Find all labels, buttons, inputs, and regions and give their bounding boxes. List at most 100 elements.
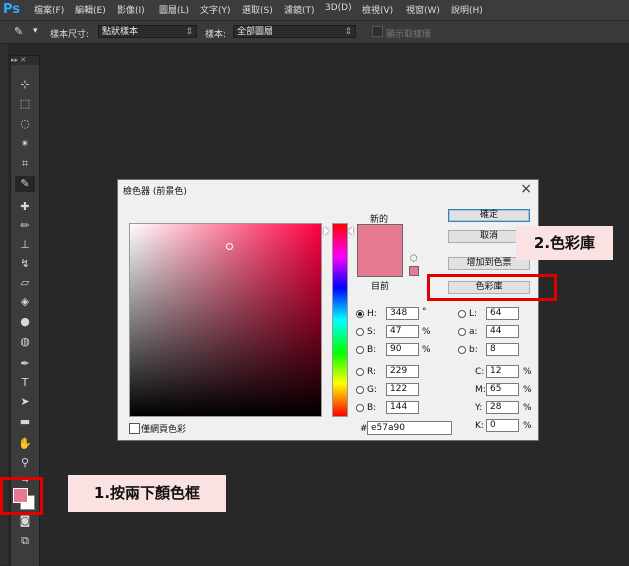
- menu-type[interactable]: 文字(Y): [200, 3, 231, 16]
- tool-preset-chevron-icon[interactable]: ▾: [33, 26, 38, 36]
- current-color-label: 目前: [371, 282, 390, 292]
- percent-unit: %: [523, 403, 532, 413]
- type-tool-icon[interactable]: T: [15, 375, 35, 391]
- magic-wand-tool-icon[interactable]: ✴: [15, 136, 35, 152]
- saturation-brightness-field[interactable]: [129, 223, 322, 417]
- zoom-tool-icon[interactable]: ⚲: [15, 455, 35, 471]
- brightness-radio[interactable]: [356, 346, 364, 354]
- red-label: R:: [367, 367, 377, 377]
- menu-view[interactable]: 檢視(V): [362, 3, 393, 16]
- pen-tool-icon[interactable]: ✒: [15, 356, 35, 372]
- clone-stamp-tool-icon[interactable]: ⊥: [15, 237, 35, 253]
- sample-select[interactable]: 全部圖層 ⇕: [233, 25, 356, 38]
- foreground-color-chip[interactable]: [13, 488, 28, 503]
- eraser-tool-icon[interactable]: ▱: [15, 275, 35, 291]
- menu-select[interactable]: 選取(S): [242, 3, 273, 16]
- menu-edit[interactable]: 編輯(E): [75, 3, 106, 16]
- ok-button[interactable]: 確定: [448, 209, 530, 222]
- marquee-tool-icon[interactable]: ⬚: [15, 96, 35, 112]
- cyan-input[interactable]: 12: [486, 365, 519, 378]
- lab-a-input[interactable]: 44: [486, 325, 519, 338]
- move-tool-icon[interactable]: ⊹: [15, 77, 35, 93]
- rectangle-tool-icon[interactable]: ▬: [15, 414, 35, 430]
- menu-3d[interactable]: 3D(D): [325, 3, 352, 13]
- lab-l-input[interactable]: 64: [486, 307, 519, 320]
- percent-unit: %: [523, 385, 532, 395]
- cyan-label: C:: [475, 367, 485, 377]
- healing-brush-tool-icon[interactable]: ✚: [15, 199, 35, 215]
- yellow-input[interactable]: 28: [486, 401, 519, 414]
- eyedropper-tool-icon[interactable]: ✎: [15, 176, 35, 192]
- brightness-label: B:: [367, 345, 377, 355]
- menu-file[interactable]: 檔案(F): [34, 3, 64, 16]
- photoshop-logo: Ps: [3, 2, 21, 17]
- color-picker-dialog: 檢色器 (前景色) × 新的 目前 ⬡ 確定 取消 增加到色票 色彩庫 H: 3…: [117, 179, 539, 441]
- sample-label: 樣本:: [205, 30, 227, 40]
- hue-slider-right-arrow-icon[interactable]: [348, 227, 353, 235]
- hand-tool-icon[interactable]: ✋: [15, 436, 35, 452]
- step2-callout: 2.色彩庫: [516, 226, 613, 260]
- step1-callout: 1.按兩下顏色框: [68, 475, 226, 512]
- brush-tool-icon[interactable]: ✏: [15, 218, 35, 234]
- lab-b-radio[interactable]: [458, 346, 466, 354]
- options-bar: ✎ ▾ 樣本尺寸: 點狀樣本 ⇕ 樣本: 全部圖層 ⇕ 顯示取樣環: [0, 21, 629, 44]
- yellow-label: Y:: [475, 403, 483, 413]
- magenta-input[interactable]: 65: [486, 383, 519, 396]
- show-ring-checkbox[interactable]: [372, 26, 383, 37]
- dialog-title: 檢色器 (前景色): [123, 187, 187, 197]
- saturation-radio[interactable]: [356, 328, 364, 336]
- paint-bucket-tool-icon[interactable]: ◈: [15, 294, 35, 310]
- screen-mode-icon[interactable]: ⧉: [15, 533, 35, 549]
- color-marker[interactable]: [226, 243, 233, 250]
- green-input[interactable]: 122: [386, 383, 419, 396]
- menu-image[interactable]: 影像(I): [117, 3, 145, 16]
- hue-label: H:: [367, 309, 377, 319]
- path-selection-tool-icon[interactable]: ➤: [15, 394, 35, 410]
- blue-radio[interactable]: [356, 404, 364, 412]
- select-arrows-icon: ⇕: [185, 27, 193, 37]
- red-input[interactable]: 229: [386, 365, 419, 378]
- web-colors-only-label: 僅網頁色彩: [141, 425, 187, 435]
- lasso-tool-icon[interactable]: ◌: [15, 116, 35, 132]
- lab-l-label: L:: [469, 309, 478, 319]
- menu-filter[interactable]: 濾鏡(T): [284, 3, 315, 16]
- blue-label: B:: [367, 403, 377, 413]
- hue-radio[interactable]: [356, 310, 364, 318]
- menu-layer[interactable]: 圖層(L): [159, 3, 189, 16]
- percent-unit: %: [422, 327, 431, 337]
- lab-a-radio[interactable]: [458, 328, 466, 336]
- sample-value: 全部圖層: [237, 27, 274, 37]
- history-brush-tool-icon[interactable]: ↯: [15, 256, 35, 272]
- dodge-tool-icon[interactable]: ◍: [15, 334, 35, 350]
- saturation-input[interactable]: 47: [386, 325, 419, 338]
- toolbox-header[interactable]: ▸▸ ✕: [11, 56, 39, 65]
- blue-input[interactable]: 144: [386, 401, 419, 414]
- green-radio[interactable]: [356, 386, 364, 394]
- eyedropper-tool-icon[interactable]: ✎: [14, 25, 23, 38]
- web-safe-swatch[interactable]: [409, 266, 419, 276]
- degree-unit: °: [422, 307, 427, 317]
- brightness-input[interactable]: 90: [386, 343, 419, 356]
- sample-size-value: 點狀樣本: [102, 27, 139, 37]
- blur-tool-icon[interactable]: ●: [15, 314, 35, 330]
- lab-b-input[interactable]: 8: [486, 343, 519, 356]
- web-colors-only-checkbox[interactable]: [129, 423, 140, 434]
- lab-a-label: a:: [469, 327, 478, 337]
- quick-mask-icon[interactable]: ◙: [15, 513, 35, 529]
- out-of-gamut-cube-icon[interactable]: ⬡: [410, 255, 418, 264]
- red-radio[interactable]: [356, 368, 364, 376]
- crop-tool-icon[interactable]: ⌗: [15, 156, 35, 172]
- menu-help[interactable]: 說明(H): [451, 3, 483, 16]
- hue-slider[interactable]: [332, 223, 348, 417]
- percent-unit: %: [523, 421, 532, 431]
- new-current-swatch: [357, 224, 403, 277]
- hex-input[interactable]: e57a90: [367, 421, 452, 435]
- hue-slider-left-arrow-icon[interactable]: [324, 227, 329, 235]
- lab-l-radio[interactable]: [458, 310, 466, 318]
- green-label: G:: [367, 385, 378, 395]
- sample-size-select[interactable]: 點狀樣本 ⇕: [98, 25, 197, 38]
- close-icon[interactable]: ×: [520, 181, 532, 197]
- hue-input[interactable]: 348: [386, 307, 419, 320]
- menu-window[interactable]: 視窗(W): [406, 3, 440, 16]
- black-input[interactable]: 0: [486, 419, 519, 432]
